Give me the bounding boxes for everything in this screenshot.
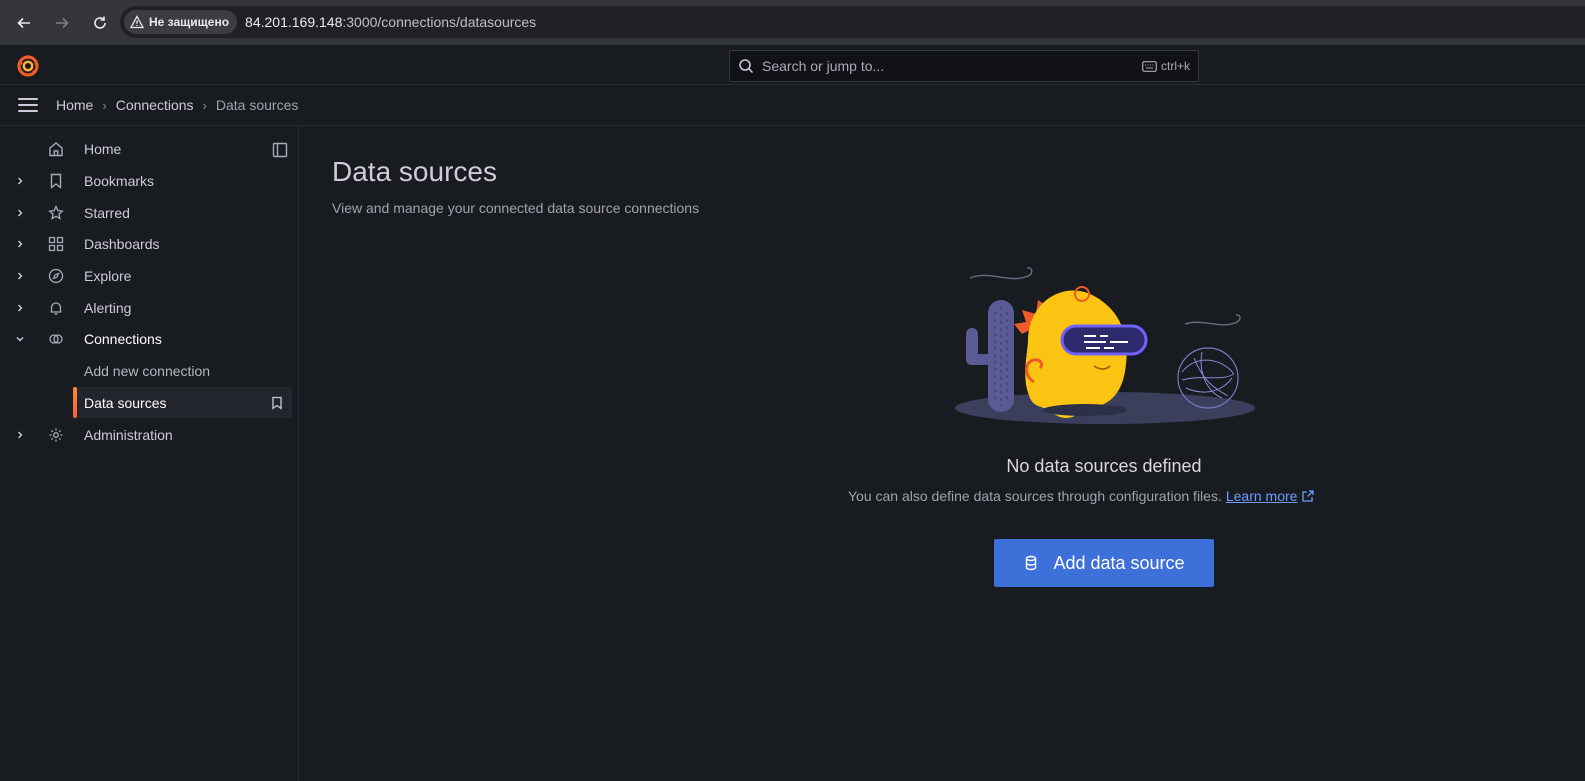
breadcrumb-bar: Home › Connections › Data sources <box>0 85 1585 126</box>
search-placeholder: Search or jump to... <box>762 58 885 74</box>
back-button[interactable] <box>12 11 36 35</box>
breadcrumb: Home › Connections › Data sources <box>56 97 298 113</box>
bookmark-icon[interactable] <box>270 396 284 410</box>
chevron-right-icon: › <box>202 97 207 113</box>
bell-icon <box>50 301 62 315</box>
compass-icon <box>48 268 64 283</box>
sidebar-item-starred[interactable]: Starred <box>0 197 292 228</box>
sidebar-item-label: Alerting <box>84 299 132 316</box>
sidebar-item-label: Connections <box>84 330 162 347</box>
sidebar-item-label: Data sources <box>84 394 167 411</box>
url-text: 84.201.169.148:3000/connections/datasour… <box>245 14 537 30</box>
warning-icon <box>130 15 144 29</box>
empty-state-illustration <box>955 267 1255 424</box>
chevron-right-icon[interactable] <box>14 302 26 314</box>
sidebar-item-label: Administration <box>84 426 173 443</box>
grafana-logo-icon[interactable] <box>16 54 40 78</box>
empty-state-description: You can also define data sources through… <box>848 488 1315 504</box>
sidebar-item-bookmarks[interactable]: Bookmarks <box>0 165 292 196</box>
page-subtitle: View and manage your connected data sour… <box>332 200 700 216</box>
chevron-right-icon[interactable] <box>14 429 26 441</box>
sidebar-item-connections[interactable]: Connections <box>0 323 292 354</box>
chevron-right-icon[interactable] <box>14 238 26 250</box>
security-label: Не защищено <box>149 15 230 29</box>
add-data-source-label: Add data source <box>1053 552 1185 573</box>
sidebar-item-data-sources[interactable]: Data sources <box>73 387 292 418</box>
external-link-icon[interactable] <box>1301 489 1315 503</box>
learn-more-link[interactable]: Learn more <box>1226 488 1298 504</box>
sidebar-item-administration[interactable]: Administration <box>0 419 292 450</box>
sidebar-item-add-new-connection[interactable]: Add new connection <box>0 355 292 386</box>
main-content: Data sources View and manage your connec… <box>300 126 1585 781</box>
sidebar-item-label: Dashboards <box>84 235 160 252</box>
add-data-source-button[interactable]: Add data source <box>994 539 1214 587</box>
menu-toggle-icon[interactable] <box>18 95 38 115</box>
link-icon <box>49 333 63 344</box>
breadcrumb-home[interactable]: Home <box>56 97 93 113</box>
star-icon <box>48 204 64 220</box>
arrow-right-icon <box>56 17 69 28</box>
forward-button[interactable] <box>50 11 74 35</box>
sidebar-item-label: Add new connection <box>84 362 211 379</box>
page-title: Data sources <box>332 156 497 187</box>
breadcrumb-data-sources: Data sources <box>215 97 299 113</box>
sidebar-item-dashboards[interactable]: Dashboards <box>0 228 292 259</box>
database-icon <box>1026 555 1037 571</box>
sidebar-item-label: Explore <box>84 267 132 284</box>
chevron-right-icon[interactable] <box>14 175 26 187</box>
bookmark-icon <box>50 173 62 189</box>
chevron-down-icon[interactable] <box>14 333 26 345</box>
home-icon <box>49 141 63 156</box>
address-bar[interactable]: Не защищено 84.201.169.148:3000/connecti… <box>120 6 1585 38</box>
browser-toolbar: Не защищено 84.201.169.148:3000/connecti… <box>0 0 1585 45</box>
chevron-right-icon: › <box>102 97 107 113</box>
keyboard-icon <box>1142 60 1157 72</box>
arrow-left-icon <box>17 17 30 28</box>
sidebar-item-label: Bookmarks <box>84 172 155 189</box>
reload-icon <box>94 16 106 29</box>
reload-button[interactable] <box>88 11 112 35</box>
search-icon <box>739 59 754 74</box>
security-indicator[interactable]: Не защищено <box>124 10 238 34</box>
cog-icon <box>49 428 63 441</box>
search-box[interactable]: Search or jump to... ctrl+k <box>729 50 1199 82</box>
sidebar-item-home[interactable]: Home <box>0 133 292 164</box>
breadcrumb-connections[interactable]: Connections <box>116 97 194 113</box>
sidebar-item-alerting[interactable]: Alerting <box>0 292 292 323</box>
shortcut-hint: ctrl+k <box>1142 59 1190 73</box>
sidebar-item-explore[interactable]: Explore <box>0 260 292 291</box>
active-indicator <box>73 387 77 418</box>
chevron-right-icon[interactable] <box>14 207 26 219</box>
grafana-topbar: Search or jump to... ctrl+k <box>0 45 1585 85</box>
chevron-right-icon[interactable] <box>14 270 26 282</box>
apps-icon <box>48 236 64 251</box>
sidebar-nav: Home Bookmarks Starred Dashboards Explor… <box>0 126 299 781</box>
empty-state-text: You can also define data sources through… <box>848 488 1222 504</box>
sidebar-item-label: Home <box>84 140 122 157</box>
sidebar-item-label: Starred <box>84 204 130 221</box>
